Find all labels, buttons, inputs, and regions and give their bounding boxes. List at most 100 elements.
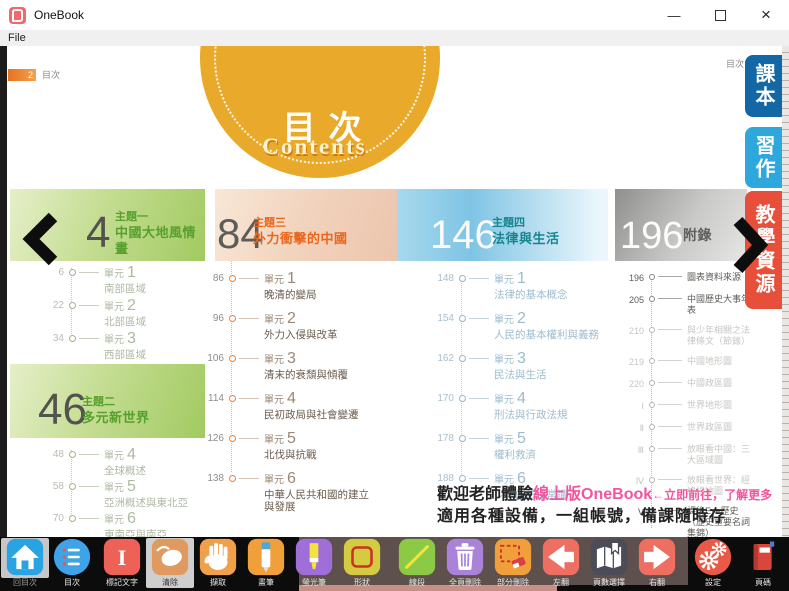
toolbar-button-erase[interactable]: 清除 [146, 538, 194, 588]
appendix-label: 中國歷史大事年表 [687, 294, 753, 316]
toc-item[interactable]: 138 單元6 中華人民共和國的建立與發展 [198, 470, 378, 510]
book-page: 2 目次 目次 目次 Contents 4 主題一 中國大地風情畫 46 主題二… [0, 46, 789, 537]
minimize-button[interactable]: — [651, 0, 697, 30]
unit-number: 6 [287, 470, 296, 487]
toc-item[interactable]: 48 單元4 全球概述 [38, 446, 188, 478]
toc-item[interactable]: 219 中國地形圖 [618, 356, 753, 369]
toc-item[interactable]: 34 單元3 西部區域 [38, 330, 146, 363]
toolbar-button-highlighter[interactable]: 螢光筆 [290, 538, 338, 588]
window-title: OneBook [34, 8, 84, 22]
unit-subtitle: 中華人民共和國的建立與發展 [264, 489, 378, 513]
unit-text: 單元4 全球概述 [104, 446, 146, 477]
connector-line [658, 360, 682, 361]
toc-item[interactable]: 205 中國歷史大事年表 [618, 294, 753, 316]
bullet-ring-icon [69, 483, 76, 490]
toolbar-button-settings[interactable]: 設定 [689, 538, 737, 588]
toc-list-icon [53, 538, 91, 576]
bullet-ring-icon [69, 335, 76, 342]
unit-number: 2 [517, 310, 526, 327]
arrow-left-icon [542, 538, 580, 576]
toc-item[interactable]: 96 單元2 外力入侵與改革 [198, 310, 378, 350]
section-banner-appendix[interactable]: 196 附錄 [615, 189, 747, 261]
section-banner-theme2[interactable]: 46 主題二 多元新世界 [10, 364, 205, 438]
toc-item[interactable]: 148 單元1 法律的基本概念 [428, 270, 599, 310]
toolbar-button-pen[interactable]: 畫筆 [242, 538, 290, 588]
toolbar-button-text-marker[interactable]: I 標記文字 [98, 538, 146, 588]
maximize-icon [715, 10, 726, 21]
unit-text: 單元3 清末的衰頹與傾覆 [264, 350, 348, 381]
section-title-block: 主題二 多元新世界 [82, 396, 150, 426]
unit-number: 1 [287, 270, 296, 287]
section-banner-theme3[interactable]: 84 主題三 外力衝擊的中國 [215, 189, 397, 261]
unit-number: 2 [287, 310, 296, 327]
connector-line [469, 438, 489, 439]
unit-word: 單元 [104, 451, 124, 462]
unit-text: 單元1 晚清的變局 [264, 270, 317, 301]
toc-item[interactable]: 106 單元3 清末的衰頹與傾覆 [198, 350, 378, 390]
text-marker-icon: I [103, 538, 141, 576]
unit-word: 單元 [264, 355, 284, 366]
toc-item[interactable]: 210 與少年相關之法律條文（節錄） [618, 325, 753, 347]
toolbar-label: 標記文字 [106, 577, 138, 588]
menu-file[interactable]: File [8, 32, 26, 44]
toc-item[interactable]: 114 單元4 民初政局與社會變遷 [198, 390, 378, 430]
eraser-icon [151, 538, 189, 576]
toc-item[interactable]: 58 單元5 亞洲概述與東北亞 [38, 478, 188, 510]
unit-text: 單元5 權利救濟 [494, 430, 536, 461]
toc-item[interactable]: 22 單元2 北部區域 [38, 297, 146, 330]
item-page-number: 48 [38, 449, 64, 460]
toolbar-label: 設定 [705, 577, 721, 588]
section-page-number: 196 [620, 217, 683, 255]
shape-icon [343, 538, 381, 576]
toolbar-label: 線段 [409, 577, 425, 588]
toolbar-button-page-select[interactable]: 頁數選擇 [585, 538, 633, 588]
bullet-ring-icon [229, 275, 236, 282]
tab-textbook[interactable]: 課本 [745, 55, 782, 117]
toc-item[interactable]: 162 單元3 民法與生活 [428, 350, 599, 390]
toc-item[interactable]: Ⅲ 放眼看中國：三大區域圖 [618, 444, 753, 466]
toc-item[interactable]: 154 單元2 人民的基本權利與義務 [428, 310, 599, 350]
section-banner-theme4[interactable]: 146 主題四 法律與生活 [397, 189, 608, 261]
item-page-number: 205 [618, 295, 644, 305]
connector-line [658, 276, 682, 277]
toolbar-button-shape[interactable]: 形狀 [338, 538, 386, 588]
toolbar-button-page-left[interactable]: 左翻 [537, 538, 585, 588]
toc-item[interactable]: 170 單元4 刑法與行政法規 [428, 390, 599, 430]
menu-bar: File [0, 30, 789, 46]
toc-item[interactable]: Ⅱ 世界政區圖 [618, 422, 753, 435]
toolbar-button-toc[interactable]: 目次 [48, 538, 96, 588]
home-icon [6, 538, 44, 576]
toc-item[interactable]: 70 單元6 東南亞與南亞 [38, 510, 188, 537]
left-edge-strip [0, 46, 7, 537]
toolbar-button-delete-page[interactable]: 全頁刪除 [441, 538, 489, 588]
toc-item[interactable]: 86 單元1 晚清的變局 [198, 270, 378, 310]
close-button[interactable]: × [743, 0, 789, 30]
toolbar-button-page-right[interactable]: 右翻 [633, 538, 681, 588]
toolbar-button-partial-delete[interactable]: 部分刪除 [489, 538, 537, 588]
maximize-button[interactable] [697, 0, 743, 30]
partial-erase-icon [494, 538, 532, 576]
promo-link[interactable]: 線上版OneBook [533, 486, 652, 503]
toc-item[interactable]: 220 中國政區圖 [618, 378, 753, 391]
previous-page-button[interactable] [22, 212, 60, 271]
connector-line [79, 272, 99, 273]
toolbar-button-home[interactable]: 回目次 [1, 538, 49, 588]
unit-word: 單元 [264, 475, 284, 486]
toc-item[interactable]: 126 單元5 北伐與抗戰 [198, 430, 378, 470]
toolbar-button-line[interactable]: 線段 [393, 538, 441, 588]
tab-workbook[interactable]: 習作 [745, 127, 782, 188]
unit-text: 單元4 民初政局與社會變遷 [264, 390, 359, 421]
bullet-ring-icon [229, 315, 236, 322]
toc-item[interactable]: Ⅰ 世界地形圖 [618, 400, 753, 413]
next-page-button[interactable] [731, 216, 769, 279]
promo-action[interactable]: ←立即前往，了解更多 [652, 488, 772, 502]
toolbar-button-capture[interactable]: 擷取 [194, 538, 242, 588]
unit-subtitle: 亞洲概述與東北亞 [104, 497, 188, 509]
toolbar-button-page-number[interactable]: 頁碼 [739, 538, 787, 588]
connector-line [469, 398, 489, 399]
unit-text: 單元4 刑法與行政法規 [494, 390, 568, 421]
toolbar-label: 清除 [162, 577, 178, 588]
bullet-ring-icon [459, 435, 466, 442]
bullet-ring-icon [459, 475, 466, 482]
toc-item[interactable]: 178 單元5 權利救濟 [428, 430, 599, 470]
